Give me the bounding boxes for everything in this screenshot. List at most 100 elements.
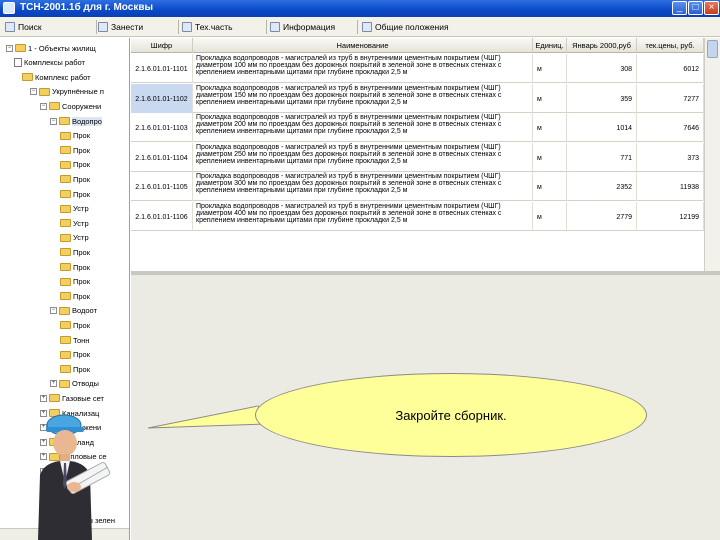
table-row[interactable]: 2.1.6.01.01-1103 Прокладка водопроводов -… [131,113,704,142]
cell-base-price: 771 [567,142,637,172]
tree-item[interactable]: Прок [60,173,90,185]
tree-item-label: Сооружени [62,101,102,111]
tree-item[interactable]: − Укрупнённые п [30,86,104,98]
close-icon: × [708,2,715,13]
table-row[interactable]: 2.1.6.01.01-1101 Прокладка водопроводов -… [131,54,704,83]
column-header-unit[interactable]: Единиц. [533,38,567,53]
cell-code: 2.1.6.01.01-1105 [131,172,193,201]
cell-unit: м [533,113,567,142]
column-header-code[interactable]: Шифр [131,38,193,53]
tree-item[interactable]: Комплексы работ [14,57,85,69]
title-bar: ТСН-2001.1б для г. Москвы _ □ × [0,0,720,17]
cell-unit: м [533,201,567,231]
tree-item[interactable]: − 1 - Объекты жилищ [6,42,96,54]
maximize-button[interactable]: □ [688,1,703,15]
folder-icon [60,204,71,213]
collapse-icon[interactable]: − [6,44,13,52]
cell-base-price: 1014 [567,113,637,142]
toolbar-divider [96,20,97,34]
tree-item-label: Укрупнённые п [52,87,104,97]
search-icon [5,22,15,32]
collapse-icon[interactable]: − [50,117,57,125]
collapse-icon[interactable]: − [40,102,47,110]
expand-icon[interactable]: + [40,394,47,402]
tree-item[interactable]: Прок [60,144,90,156]
tree-item[interactable]: + Отводы [50,378,99,390]
enter-button[interactable]: Занести [98,20,143,34]
cell-base-price: 359 [567,83,637,113]
cell-base-price: 308 [567,54,637,83]
tree-item[interactable]: Прок [60,130,90,142]
tree-item[interactable]: Прок [60,159,90,171]
tree-item[interactable]: Прок [60,276,90,288]
tech-part-button[interactable]: Тех.часть [182,20,233,34]
document-icon [14,58,22,68]
tree-item[interactable]: Прок [60,349,90,361]
table-row[interactable]: 2.1.6.01.01-1106 Прокладка водопроводов -… [131,201,704,231]
tree-item[interactable]: Прок [60,261,90,273]
folder-icon [60,190,71,198]
table-header: Шифр Наименование Единиц. Январь 2000,ру… [131,38,704,53]
tree-item-label: Прок [73,145,91,155]
folder-icon [60,175,71,184]
tree-item[interactable]: Прок [60,319,90,331]
table-vertical-scrollbar[interactable] [704,38,720,271]
tree-item[interactable]: Прок [60,246,90,258]
tree-item-label: Прок [73,131,91,141]
table-row[interactable]: 2.1.6.01.01-1104 Прокладка водопроводов -… [131,142,704,172]
cell-name: Прокладка водопроводов - магистралей из … [193,54,533,83]
collapse-icon[interactable]: − [30,88,37,96]
cell-base-price: 2779 [567,201,637,231]
tree-item[interactable]: + Газовые сет [40,392,104,404]
book-icon [182,22,192,32]
tree-item-label: Устр [73,218,89,228]
tree-item[interactable]: − Сооружени [40,100,101,112]
column-header-current-price[interactable]: тек.цены, руб. [637,38,704,53]
table-row[interactable]: 2.1.6.01.01-1105 Прокладка водопроводов -… [131,172,704,201]
maximize-icon: □ [692,2,699,13]
tree-item-label: Устр [73,204,89,214]
expand-icon[interactable]: + [50,380,57,388]
tree-item-label: 1 - Объекты жилищ [28,43,96,53]
tree-item-label: Прок [73,291,91,301]
search-button[interactable]: Поиск [5,20,42,34]
tree-item-label: Отводы [72,379,99,389]
cell-current-price: 373 [637,142,704,172]
folder-icon [60,160,71,169]
window-title: ТСН-2001.1б для г. Москвы [20,2,154,13]
info-button[interactable]: Информация [270,20,335,34]
tree-item[interactable]: Устр [60,217,89,229]
cell-name: Прокладка водопроводов - магистралей из … [193,113,533,142]
scrollbar-thumb[interactable] [707,40,718,58]
page-icon [362,22,372,32]
column-header-base-price[interactable]: Январь 2000,руб [567,38,637,53]
collapse-icon[interactable]: − [50,307,57,315]
close-button[interactable]: × [704,1,719,15]
cell-code: 2.1.6.01.01-1106 [131,201,193,231]
folder-icon [60,219,71,228]
tree-item[interactable]: Тонн [60,334,89,346]
tree-item[interactable]: Прок [60,290,90,302]
folder-icon [39,87,50,96]
tree-item[interactable]: Прок [60,363,90,375]
cell-code: 2.1.6.01.01-1102 [131,83,193,113]
tree-item-label: Прок [73,262,91,272]
callout-text: Закройте сборник. [395,407,507,423]
general-provisions-button[interactable]: Общие положения [362,20,449,34]
tree-item-label: Прок [73,247,91,257]
tree-item[interactable]: Устр [60,203,89,215]
tree-item[interactable]: − Водопро [50,115,102,127]
toolbar-divider [357,20,358,34]
tree-item[interactable]: Устр [60,232,89,244]
table-row[interactable]: 2.1.6.01.01-1102 Прокладка водопроводов -… [131,83,704,113]
tree-item[interactable]: Прок [60,188,90,200]
folder-icon [60,248,71,257]
cell-name: Прокладка водопроводов - магистралей из … [193,83,533,113]
column-header-name[interactable]: Наименование [193,38,533,53]
tree-item-label: Прок [73,277,91,287]
document-icon [98,22,108,32]
tree-item[interactable]: Комплекс работ [22,71,91,83]
tree-item-label: Прок [73,364,91,374]
minimize-button[interactable]: _ [672,1,687,15]
tree-item[interactable]: − Водоот [50,305,97,317]
